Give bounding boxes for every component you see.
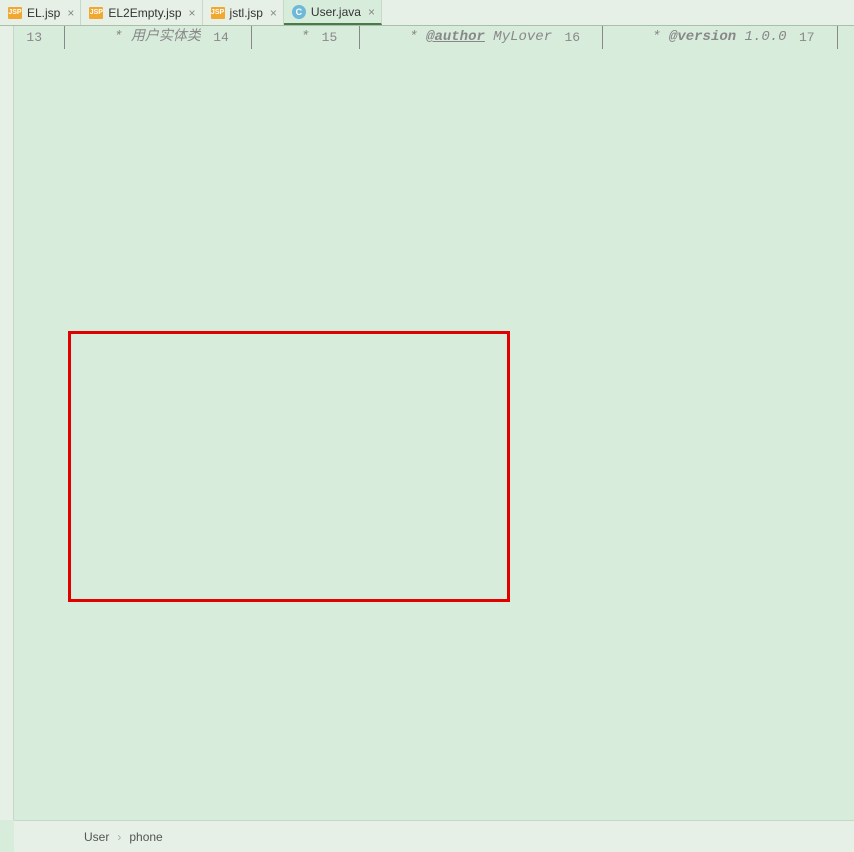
tab-jstl-jsp[interactable]: JSP jstl.jsp × bbox=[203, 0, 284, 25]
code-line[interactable]: 17 * @date 2020.04.26 bbox=[787, 26, 854, 49]
jsp-file-icon: JSP bbox=[8, 7, 22, 19]
editor-tabs: JSP EL.jsp × JSP EL2Empty.jsp × JSP jstl.jsp × CU… bbox=[0, 0, 854, 26]
code-text[interactable]: * 用户实体类 bbox=[70, 26, 201, 49]
line-number[interactable]: 15 bbox=[309, 26, 347, 49]
code-line[interactable]: 15 * @author MyLover bbox=[309, 26, 552, 49]
jsp-file-icon: JSP bbox=[89, 7, 103, 19]
tab-EL2Empty-jsp[interactable]: JSP EL2Empty.jsp × bbox=[81, 0, 202, 25]
fold-gutter[interactable] bbox=[52, 26, 70, 49]
line-number[interactable]: 13 bbox=[14, 26, 52, 49]
annotation-highlight-box bbox=[68, 331, 510, 602]
chevron-right-icon: › bbox=[117, 830, 121, 844]
tab-EL-jsp[interactable]: JSP EL.jsp × bbox=[0, 0, 81, 25]
jsp-file-icon: JSP bbox=[211, 7, 225, 19]
code-text[interactable]: * bbox=[257, 26, 309, 49]
code-editor[interactable]: 13 * 用户实体类14 *15 * @author MyLover16 * @… bbox=[14, 26, 854, 820]
tab-label: EL2Empty.jsp bbox=[108, 6, 181, 20]
code-line[interactable]: 14 * bbox=[201, 26, 309, 49]
left-gutter-stub bbox=[0, 26, 14, 820]
close-icon[interactable]: × bbox=[67, 6, 74, 20]
code-text[interactable]: * @author MyLover bbox=[365, 26, 552, 49]
fold-gutter[interactable] bbox=[239, 26, 257, 49]
close-icon[interactable]: × bbox=[270, 6, 277, 20]
java-class-icon: C bbox=[292, 5, 306, 19]
line-number[interactable]: 16 bbox=[552, 26, 590, 49]
fold-gutter[interactable] bbox=[347, 26, 365, 49]
code-text[interactable]: * @date 2020.04.26 bbox=[843, 26, 854, 49]
code-text[interactable]: * @version 1.0.0 bbox=[608, 26, 786, 49]
fold-gutter[interactable] bbox=[825, 26, 843, 49]
code-line[interactable]: 13 * 用户实体类 bbox=[14, 26, 201, 49]
code-line[interactable]: 16 * @version 1.0.0 bbox=[552, 26, 786, 49]
line-number[interactable]: 17 bbox=[787, 26, 825, 49]
close-icon[interactable]: × bbox=[368, 5, 375, 19]
tab-label: EL.jsp bbox=[27, 6, 60, 20]
crumb-member[interactable]: phone bbox=[129, 830, 162, 844]
line-number[interactable]: 14 bbox=[201, 26, 239, 49]
tab-label: User.java bbox=[311, 5, 361, 19]
tab-label: jstl.jsp bbox=[230, 6, 263, 20]
tab-User-java[interactable]: C User.java × bbox=[284, 0, 382, 25]
breadcrumb[interactable]: User › phone bbox=[14, 820, 854, 852]
close-icon[interactable]: × bbox=[189, 6, 196, 20]
fold-gutter[interactable] bbox=[590, 26, 608, 49]
crumb-class[interactable]: User bbox=[84, 830, 109, 844]
